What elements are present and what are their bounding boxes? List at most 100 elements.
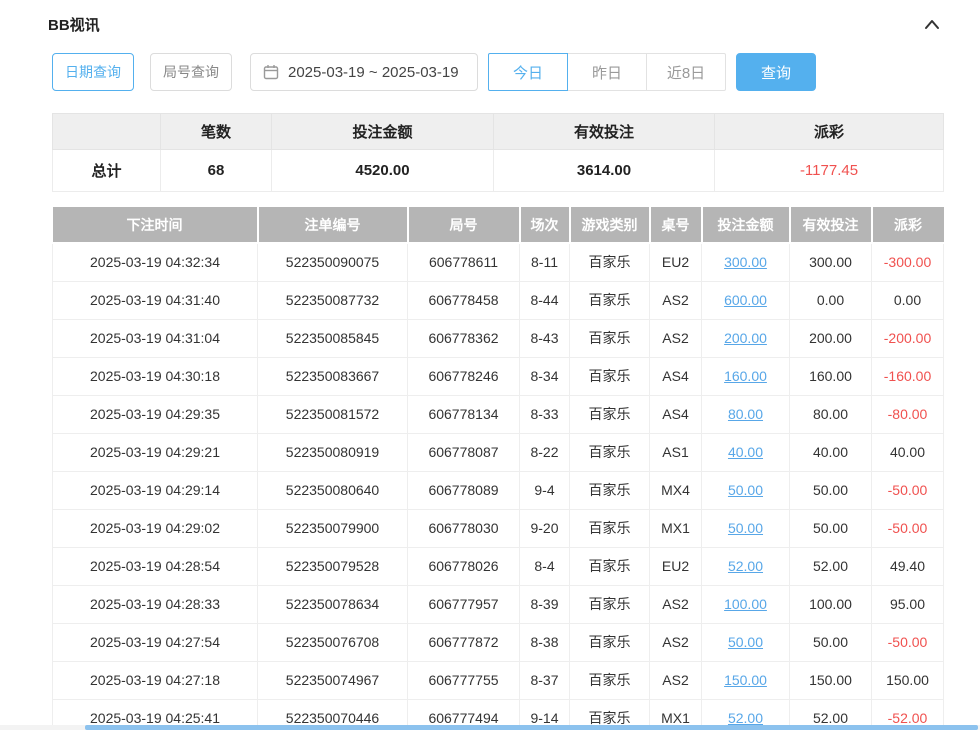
table-row: 2025-03-19 04:29:14522350080640606778089… xyxy=(53,471,944,509)
cell-table_no: EU2 xyxy=(650,243,702,281)
cell-bet: 80.00 xyxy=(702,395,790,433)
summary-header-row: 笔数投注金额有效投注派彩 xyxy=(53,114,944,150)
table-header-cell: 派彩 xyxy=(872,207,944,243)
table-row: 2025-03-19 04:29:35522350081572606778134… xyxy=(53,395,944,433)
calendar-icon xyxy=(263,64,279,80)
quick-button-today[interactable]: 今日 xyxy=(488,53,568,91)
table-header-cell: 下注时间 xyxy=(53,207,258,243)
cell-time: 2025-03-19 04:29:14 xyxy=(53,471,258,509)
horizontal-scrollbar-track xyxy=(0,725,980,730)
cell-time: 2025-03-19 04:30:18 xyxy=(53,357,258,395)
cell-game_type: 百家乐 xyxy=(570,509,650,547)
quick-button-yesterday[interactable]: 昨日 xyxy=(567,53,647,91)
summary-payout: -1177.45 xyxy=(715,150,944,192)
cell-time: 2025-03-19 04:31:04 xyxy=(53,319,258,357)
cell-bet: 100.00 xyxy=(702,585,790,623)
cell-bet: 200.00 xyxy=(702,319,790,357)
date-range-value: 2025-03-19 ~ 2025-03-19 xyxy=(288,64,459,81)
bet-records-table: 下注时间注单编号局号场次游戏类别桌号投注金额有效投注派彩 2025-03-19 … xyxy=(52,207,944,730)
bet-amount-link[interactable]: 200.00 xyxy=(724,330,767,346)
cell-round_no: 606777755 xyxy=(408,661,520,699)
cell-valid: 50.00 xyxy=(790,623,872,661)
cell-session: 8-44 xyxy=(520,281,570,319)
cell-payout: 95.00 xyxy=(872,585,944,623)
cell-payout: -50.00 xyxy=(872,623,944,661)
cell-valid: 40.00 xyxy=(790,433,872,471)
summary-header-cell: 派彩 xyxy=(715,114,944,150)
search-button[interactable]: 查询 xyxy=(736,53,816,91)
cell-valid: 200.00 xyxy=(790,319,872,357)
horizontal-scrollbar[interactable] xyxy=(85,725,978,730)
summary-header-cell xyxy=(53,114,161,150)
cell-round_no: 606778362 xyxy=(408,319,520,357)
cell-valid: 50.00 xyxy=(790,471,872,509)
cell-payout: -80.00 xyxy=(872,395,944,433)
cell-game_type: 百家乐 xyxy=(570,243,650,281)
cell-game_type: 百家乐 xyxy=(570,547,650,585)
cell-bet: 52.00 xyxy=(702,547,790,585)
bet-amount-link[interactable]: 52.00 xyxy=(728,558,763,574)
cell-session: 8-22 xyxy=(520,433,570,471)
collapse-button[interactable] xyxy=(924,17,940,33)
cell-table_no: AS4 xyxy=(650,357,702,395)
cell-round_no: 606777957 xyxy=(408,585,520,623)
cell-round_no: 606778246 xyxy=(408,357,520,395)
table-row: 2025-03-19 04:29:02522350079900606778030… xyxy=(53,509,944,547)
cell-bet: 600.00 xyxy=(702,281,790,319)
bet-amount-link[interactable]: 50.00 xyxy=(728,634,763,650)
cell-payout: -200.00 xyxy=(872,319,944,357)
round-query-button[interactable]: 局号查询 xyxy=(150,53,232,91)
cell-table_no: AS4 xyxy=(650,395,702,433)
cell-payout: -50.00 xyxy=(872,509,944,547)
cell-bet: 50.00 xyxy=(702,623,790,661)
cell-session: 9-4 xyxy=(520,471,570,509)
quick-date-group: 今日昨日近8日 xyxy=(488,53,726,91)
cell-round_no: 606777872 xyxy=(408,623,520,661)
panel-header: BB视讯 xyxy=(0,0,980,43)
cell-table_no: AS2 xyxy=(650,661,702,699)
bet-amount-link[interactable]: 40.00 xyxy=(728,444,763,460)
cell-order_no: 522350083667 xyxy=(258,357,408,395)
cell-game_type: 百家乐 xyxy=(570,585,650,623)
cell-order_no: 522350081572 xyxy=(258,395,408,433)
bet-amount-link[interactable]: 150.00 xyxy=(724,672,767,688)
cell-order_no: 522350080919 xyxy=(258,433,408,471)
bet-amount-link[interactable]: 300.00 xyxy=(724,254,767,270)
table-row: 2025-03-19 04:28:33522350078634606777957… xyxy=(53,585,944,623)
cell-table_no: AS2 xyxy=(650,585,702,623)
date-query-button[interactable]: 日期查询 xyxy=(52,53,134,91)
cell-round_no: 606778026 xyxy=(408,547,520,585)
table-row: 2025-03-19 04:27:54522350076708606777872… xyxy=(53,623,944,661)
table-header-cell: 桌号 xyxy=(650,207,702,243)
table-header-cell: 注单编号 xyxy=(258,207,408,243)
cell-round_no: 606778030 xyxy=(408,509,520,547)
summary-bet-amount: 4520.00 xyxy=(272,150,494,192)
cell-payout: 150.00 xyxy=(872,661,944,699)
cell-valid: 50.00 xyxy=(790,509,872,547)
bet-amount-link[interactable]: 600.00 xyxy=(724,292,767,308)
table-header-cell: 场次 xyxy=(520,207,570,243)
quick-button-last8days[interactable]: 近8日 xyxy=(646,53,726,91)
cell-table_no: MX4 xyxy=(650,471,702,509)
cell-time: 2025-03-19 04:28:33 xyxy=(53,585,258,623)
cell-time: 2025-03-19 04:27:18 xyxy=(53,661,258,699)
cell-order_no: 522350085845 xyxy=(258,319,408,357)
table-header-cell: 投注金额 xyxy=(702,207,790,243)
bet-amount-link[interactable]: 50.00 xyxy=(728,482,763,498)
bet-amount-link[interactable]: 100.00 xyxy=(724,596,767,612)
cell-order_no: 522350076708 xyxy=(258,623,408,661)
summary-count: 68 xyxy=(161,150,272,192)
bet-amount-link[interactable]: 50.00 xyxy=(728,520,763,536)
cell-bet: 50.00 xyxy=(702,471,790,509)
cell-game_type: 百家乐 xyxy=(570,623,650,661)
bet-amount-link[interactable]: 80.00 xyxy=(728,406,763,422)
date-range-input[interactable]: 2025-03-19 ~ 2025-03-19 xyxy=(250,53,478,91)
cell-game_type: 百家乐 xyxy=(570,433,650,471)
chevron-up-icon xyxy=(924,21,940,36)
bet-amount-link[interactable]: 52.00 xyxy=(728,710,763,726)
cell-payout: 49.40 xyxy=(872,547,944,585)
cell-order_no: 522350087732 xyxy=(258,281,408,319)
cell-payout: -50.00 xyxy=(872,471,944,509)
bet-amount-link[interactable]: 160.00 xyxy=(724,368,767,384)
cell-payout: -300.00 xyxy=(872,243,944,281)
